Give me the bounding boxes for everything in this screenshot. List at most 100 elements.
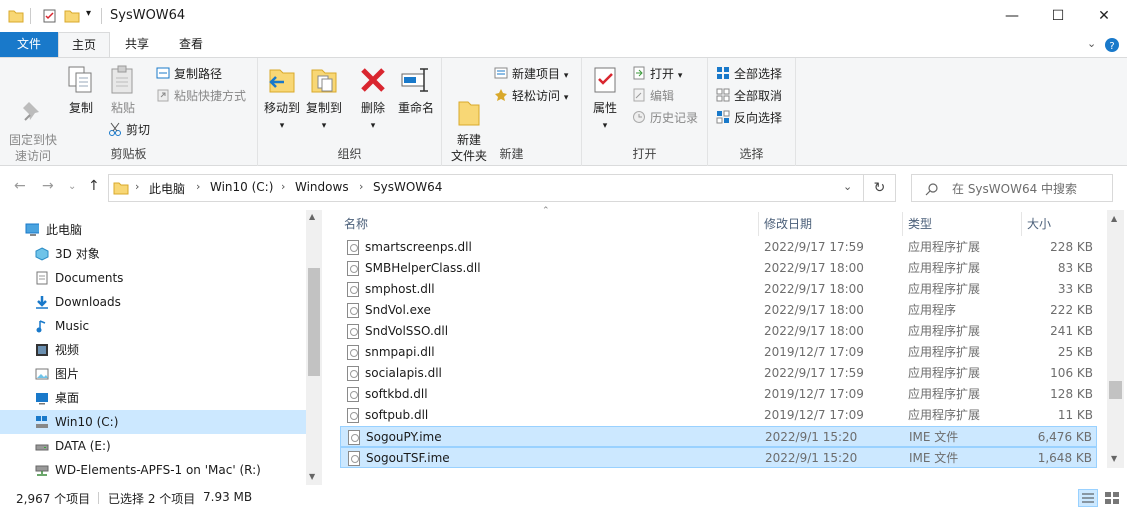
large-icons-view-icon[interactable] bbox=[1102, 489, 1122, 507]
new-folder-quick-icon[interactable] bbox=[64, 8, 80, 24]
scissors-icon bbox=[108, 122, 122, 136]
move-to-button[interactable]: 移动到 ▾ bbox=[262, 64, 302, 134]
rename-button[interactable]: 重命名 bbox=[394, 64, 438, 116]
address-dropdown-icon[interactable]: ⌄ bbox=[843, 180, 852, 193]
nav-scroll-up-icon[interactable]: ▲ bbox=[309, 212, 315, 221]
edit-button[interactable]: 编辑 bbox=[632, 86, 674, 106]
column-divider[interactable] bbox=[758, 212, 759, 236]
breadcrumb-this-pc[interactable]: 此电脑 bbox=[149, 180, 185, 197]
file-date: 2022/9/17 18:00 bbox=[764, 261, 864, 275]
back-button[interactable]: ← bbox=[14, 178, 26, 194]
file-row[interactable]: SogouPY.ime 2022/9/1 15:20 IME 文件 6,476 KB bbox=[340, 426, 1097, 447]
music-icon bbox=[36, 320, 46, 333]
paste-shortcut-button[interactable]: 粘贴快捷方式 bbox=[156, 86, 246, 106]
address-bar[interactable]: › 此电脑 › Win10 (C:) › Windows › SysWOW64 … bbox=[108, 174, 864, 202]
refresh-icon: ↻ bbox=[873, 180, 886, 196]
column-divider[interactable] bbox=[1021, 212, 1022, 236]
new-item-button[interactable]: 新建项目 ▾ bbox=[494, 64, 568, 84]
file-row[interactable]: socialapis.dll 2022/9/17 17:59 应用程序扩展 106 K… bbox=[340, 363, 1097, 384]
nav-item-pictures[interactable]: 图片 bbox=[0, 362, 306, 386]
nav-item-win10-drive[interactable]: Win10 (C:) bbox=[0, 410, 306, 434]
select-all-button[interactable]: 全部选择 bbox=[716, 64, 782, 84]
nav-scroll-down-icon[interactable]: ▼ bbox=[309, 472, 315, 481]
file-icon bbox=[347, 282, 359, 297]
column-header-type[interactable]: 类型 bbox=[908, 212, 932, 236]
nav-item-video[interactable]: 视频 bbox=[0, 338, 306, 362]
properties-quick-icon[interactable] bbox=[42, 8, 58, 24]
breadcrumb-syswow64[interactable]: SysWOW64 bbox=[373, 180, 442, 194]
network-drive-icon bbox=[35, 465, 49, 476]
paste-button[interactable]: 粘贴 bbox=[104, 64, 142, 116]
breadcrumb-separator[interactable]: › bbox=[135, 180, 139, 193]
column-header-size[interactable]: 大小 bbox=[1027, 212, 1051, 236]
nav-item-documents[interactable]: Documents bbox=[0, 266, 306, 290]
breadcrumb-separator[interactable]: › bbox=[281, 180, 285, 193]
nav-item-downloads[interactable]: Downloads bbox=[0, 290, 306, 314]
history-button[interactable]: 历史记录 bbox=[632, 108, 698, 128]
breadcrumb-separator[interactable]: › bbox=[196, 180, 200, 193]
file-type: 应用程序扩展 bbox=[908, 408, 981, 422]
file-row[interactable]: smphost.dll 2022/9/17 18:00 应用程序扩展 33 KB bbox=[340, 279, 1097, 300]
breadcrumb-win10[interactable]: Win10 (C:) bbox=[210, 180, 273, 194]
nav-item-music[interactable]: Music bbox=[0, 314, 306, 338]
new-group-label: 新建 bbox=[499, 147, 524, 161]
delete-button[interactable]: 删除 ▾ bbox=[356, 64, 390, 134]
nav-item-3d-objects[interactable]: 3D 对象 bbox=[0, 242, 306, 266]
copy-path-button[interactable]: 复制路径 bbox=[156, 64, 222, 84]
video-icon bbox=[36, 344, 48, 356]
select-none-button[interactable]: 全部取消 bbox=[716, 86, 782, 106]
file-row[interactable]: snmpapi.dll 2019/12/7 17:09 应用程序扩展 25 KB bbox=[340, 342, 1097, 363]
clipboard-group: 固定到快 速访问 复制 粘贴 复制路径 粘贴快捷方式 剪切 剪贴板 bbox=[0, 58, 258, 166]
up-button[interactable]: ↑ bbox=[88, 178, 100, 194]
file-row[interactable]: softpub.dll 2019/12/7 17:09 应用程序扩展 11 KB bbox=[340, 405, 1097, 426]
tab-view[interactable]: 查看 bbox=[164, 32, 218, 57]
minimize-button[interactable]: — bbox=[989, 0, 1035, 32]
tab-home[interactable]: 主页 bbox=[58, 32, 110, 57]
help-icon[interactable]: ? bbox=[1104, 37, 1120, 53]
breadcrumb-separator[interactable]: › bbox=[359, 180, 363, 193]
column-divider[interactable] bbox=[902, 212, 903, 236]
copy-to-button[interactable]: 复制到 ▾ bbox=[304, 64, 344, 134]
file-list-scrollbar[interactable] bbox=[1107, 210, 1124, 468]
refresh-button[interactable]: ↻ bbox=[864, 174, 896, 202]
nav-item-data-drive[interactable]: DATA (E:) bbox=[0, 434, 306, 458]
nav-item-desktop[interactable]: 桌面 bbox=[0, 386, 306, 410]
file-row[interactable]: SndVolSSO.dll 2022/9/17 18:00 应用程序扩展 241 KB bbox=[340, 321, 1097, 342]
file-row[interactable]: SogouTSF.ime 2022/9/1 15:20 IME 文件 1,648 KB bbox=[340, 447, 1097, 468]
cut-button[interactable]: 剪切 bbox=[108, 120, 150, 140]
file-row[interactable]: SndVol.exe 2022/9/17 18:00 应用程序 222 KB bbox=[340, 300, 1097, 321]
column-header-name[interactable]: 名称 bbox=[344, 212, 368, 236]
nav-item-network-drive[interactable]: WD-Elements-APFS-1 on 'Mac' (R:) bbox=[0, 458, 306, 482]
nav-item-this-pc[interactable]: 此电脑 bbox=[0, 218, 306, 242]
tab-share[interactable]: 共享 bbox=[110, 32, 164, 57]
minimize-ribbon-icon[interactable]: ⌄ bbox=[1087, 37, 1096, 50]
invert-selection-button[interactable]: 反向选择 bbox=[716, 108, 782, 128]
breadcrumb-windows[interactable]: Windows bbox=[295, 180, 349, 194]
recent-locations-button[interactable]: ⌄ bbox=[68, 181, 76, 192]
file-size: 6,476 KB bbox=[1037, 430, 1092, 444]
copy-button[interactable]: 复制 bbox=[64, 64, 98, 116]
file-list-scrollbar-thumb[interactable] bbox=[1109, 381, 1122, 399]
file-row[interactable]: softkbd.dll 2019/12/7 17:09 应用程序扩展 128 KB bbox=[340, 384, 1097, 405]
file-name: smphost.dll bbox=[365, 282, 435, 296]
file-name: SndVolSSO.dll bbox=[365, 324, 449, 338]
nav-scrollbar-thumb[interactable] bbox=[308, 268, 320, 376]
easy-access-button[interactable]: 轻松访问 ▾ bbox=[494, 86, 568, 106]
properties-button[interactable]: 属性 ▾ bbox=[586, 64, 624, 134]
list-scroll-up-icon[interactable]: ▲ bbox=[1111, 214, 1117, 223]
tab-file[interactable]: 文件 bbox=[0, 32, 58, 57]
search-input[interactable]: 在 SysWOW64 中搜索 bbox=[911, 174, 1113, 202]
open-button[interactable]: 打开 ▾ bbox=[632, 64, 682, 84]
navigation-pane: 此电脑 3D 对象 Documents Downloads Music 视频 图… bbox=[0, 210, 322, 485]
list-scroll-down-icon[interactable]: ▼ bbox=[1111, 454, 1117, 463]
file-row[interactable]: smartscreenps.dll 2022/9/17 17:59 应用程序扩展 22… bbox=[340, 237, 1097, 258]
maximize-button[interactable]: ☐ bbox=[1035, 0, 1081, 32]
column-header-date[interactable]: 修改日期 bbox=[764, 212, 812, 236]
select-all-icon bbox=[716, 66, 730, 80]
forward-button[interactable]: → bbox=[42, 178, 54, 194]
customize-quick-access-icon[interactable]: ▾ bbox=[86, 8, 91, 19]
pictures-icon bbox=[35, 368, 49, 380]
close-button[interactable]: ✕ bbox=[1081, 0, 1127, 32]
file-row[interactable]: SMBHelperClass.dll 2022/9/17 18:00 应用程序扩展 8… bbox=[340, 258, 1097, 279]
details-view-icon[interactable] bbox=[1078, 489, 1098, 507]
